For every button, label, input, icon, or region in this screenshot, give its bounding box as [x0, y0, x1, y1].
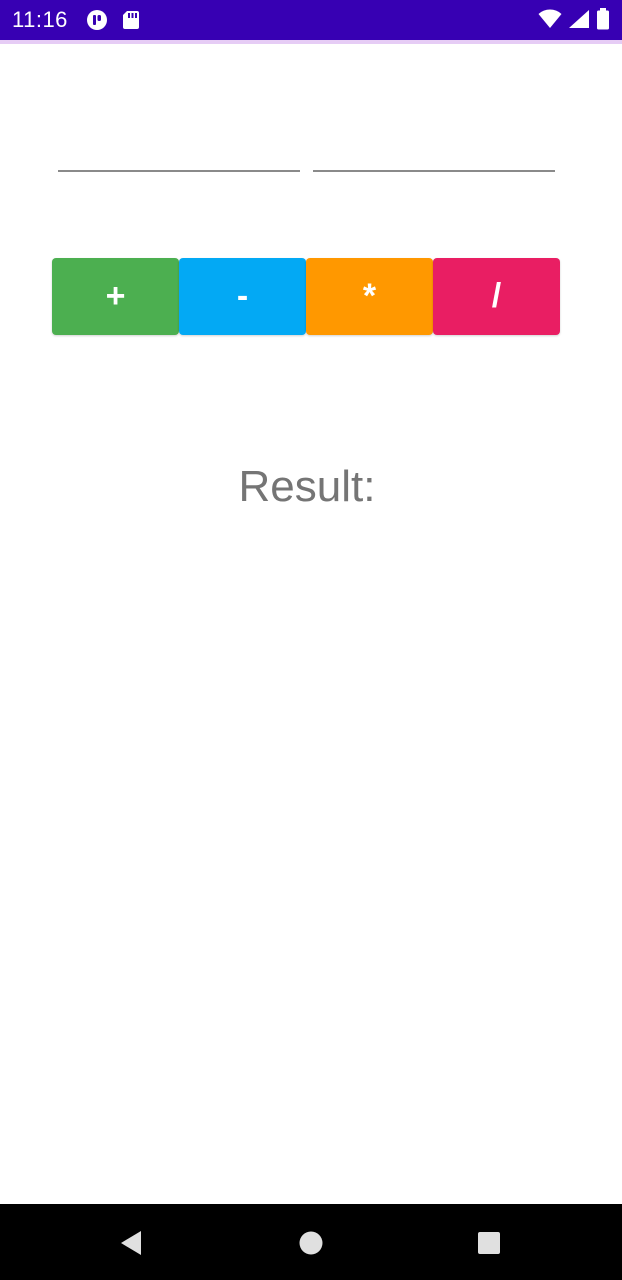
- wifi-icon: [538, 9, 562, 29]
- operation-buttons: + - * /: [52, 258, 561, 335]
- recents-icon[interactable]: [474, 1228, 504, 1258]
- calculator-screen: 11:16 + - * / Result:: [0, 0, 622, 1280]
- sd-card-icon: [122, 9, 140, 31]
- multiply-button[interactable]: *: [306, 258, 433, 335]
- status-system-icons: [538, 8, 610, 30]
- status-bar: 11:16: [0, 0, 622, 44]
- subtract-button[interactable]: -: [179, 258, 306, 335]
- cellular-signal-icon: [568, 9, 590, 29]
- status-time: 11:16: [12, 7, 68, 32]
- add-button[interactable]: +: [52, 258, 179, 335]
- home-icon[interactable]: [296, 1228, 326, 1258]
- result-label: Result:: [238, 462, 376, 511]
- navigation-bar: [0, 1204, 622, 1280]
- podcast-app-icon: [86, 9, 108, 31]
- divide-button[interactable]: /: [433, 258, 560, 335]
- battery-icon: [596, 8, 610, 30]
- back-icon[interactable]: [116, 1228, 146, 1258]
- first-number-input[interactable]: [58, 130, 300, 172]
- second-number-input[interactable]: [313, 130, 555, 172]
- status-notification-icons: [86, 9, 140, 31]
